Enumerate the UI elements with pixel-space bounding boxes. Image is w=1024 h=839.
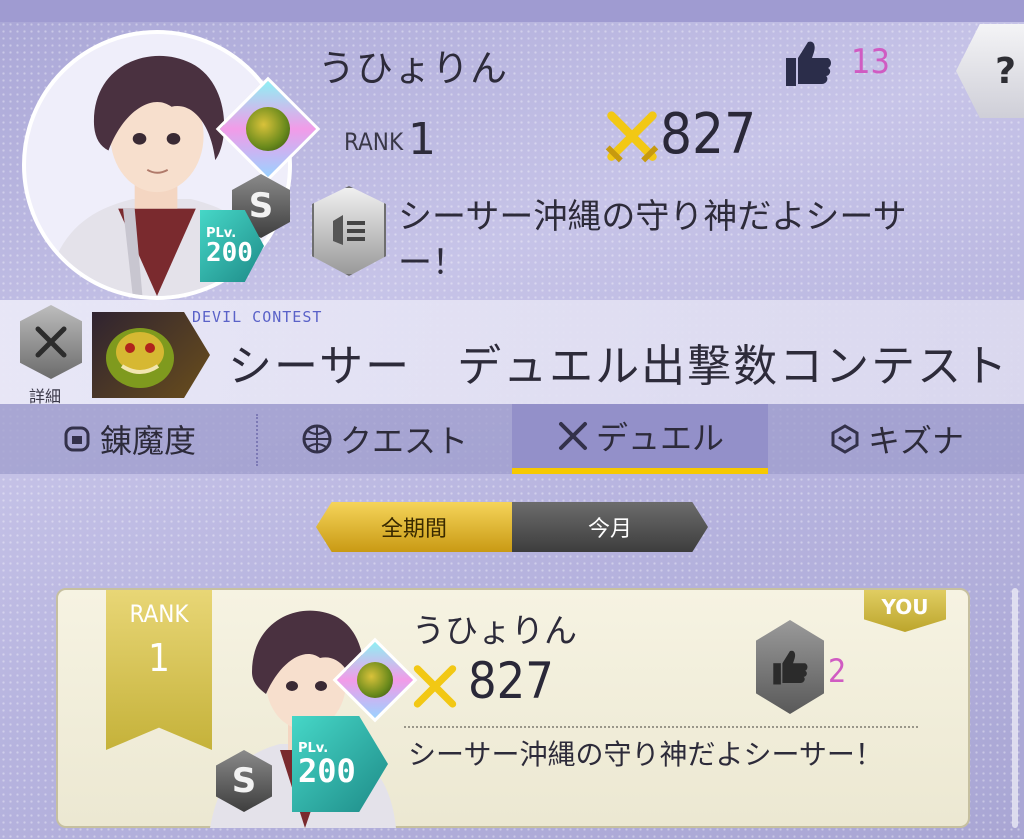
- top-strip: [0, 0, 1024, 22]
- entry-plv-value: 200: [298, 751, 356, 790]
- entry-comment: シーサー沖縄の守り神だよシーサー！: [408, 738, 883, 771]
- contest-title: シーサー デュエル出撃数コンテスト: [228, 341, 1010, 392]
- rank-value: 1: [408, 114, 436, 165]
- player-name: うひょりん: [318, 47, 508, 90]
- tab-label: デュエル: [595, 419, 724, 457]
- globe-icon: [300, 422, 334, 456]
- ribbon-rank-label: RANK: [129, 600, 189, 628]
- tab-quest[interactable]: クエスト: [256, 404, 512, 474]
- swords-icon: [605, 111, 659, 163]
- swords-icon: [556, 419, 590, 453]
- help-button[interactable]: ?: [956, 24, 1024, 118]
- swords-icon: [413, 665, 457, 708]
- tab-label: 錬魔度: [99, 422, 196, 460]
- entry-divider: [404, 726, 918, 728]
- like-count: 13: [851, 42, 890, 82]
- period-all-label: 全期間: [380, 517, 447, 542]
- tab-duel[interactable]: デュエル: [512, 404, 768, 474]
- bond-icon: [828, 422, 862, 456]
- rank-ribbon: RANK 1: [106, 590, 212, 750]
- contest-eyebrow: DEVIL CONTEST: [192, 308, 323, 326]
- list-scrollbar[interactable]: [1012, 588, 1018, 828]
- help-label: ?: [995, 50, 1016, 92]
- rank-label: RANK: [344, 128, 404, 156]
- thumbs-up-icon[interactable]: [784, 38, 832, 88]
- period-month-label: 今月: [587, 517, 632, 542]
- entry-like-count: 2: [828, 652, 847, 690]
- thumbs-up-icon: [773, 650, 808, 685]
- comment-icon: [312, 186, 386, 276]
- period-all-button[interactable]: 全期間: [316, 502, 512, 552]
- crossed-swords-icon: [35, 326, 67, 358]
- profile-comment: シーサー沖縄の守り神だよシーサー！: [398, 197, 907, 283]
- plv-value: 200: [206, 237, 253, 268]
- tab-renmado[interactable]: 錬魔度: [0, 404, 256, 474]
- entry-combat-power: 827: [468, 652, 554, 710]
- tab-label: クエスト: [339, 422, 468, 460]
- tab-label: キズナ: [867, 422, 964, 460]
- entry-player-name: うひょりん: [412, 611, 577, 650]
- combat-power: 827: [660, 102, 757, 167]
- tab-kizuna[interactable]: キズナ: [768, 404, 1024, 474]
- helmet-icon: [60, 422, 94, 456]
- period-month-button[interactable]: 今月: [512, 502, 708, 552]
- ribbon-rank-value: 1: [148, 636, 170, 680]
